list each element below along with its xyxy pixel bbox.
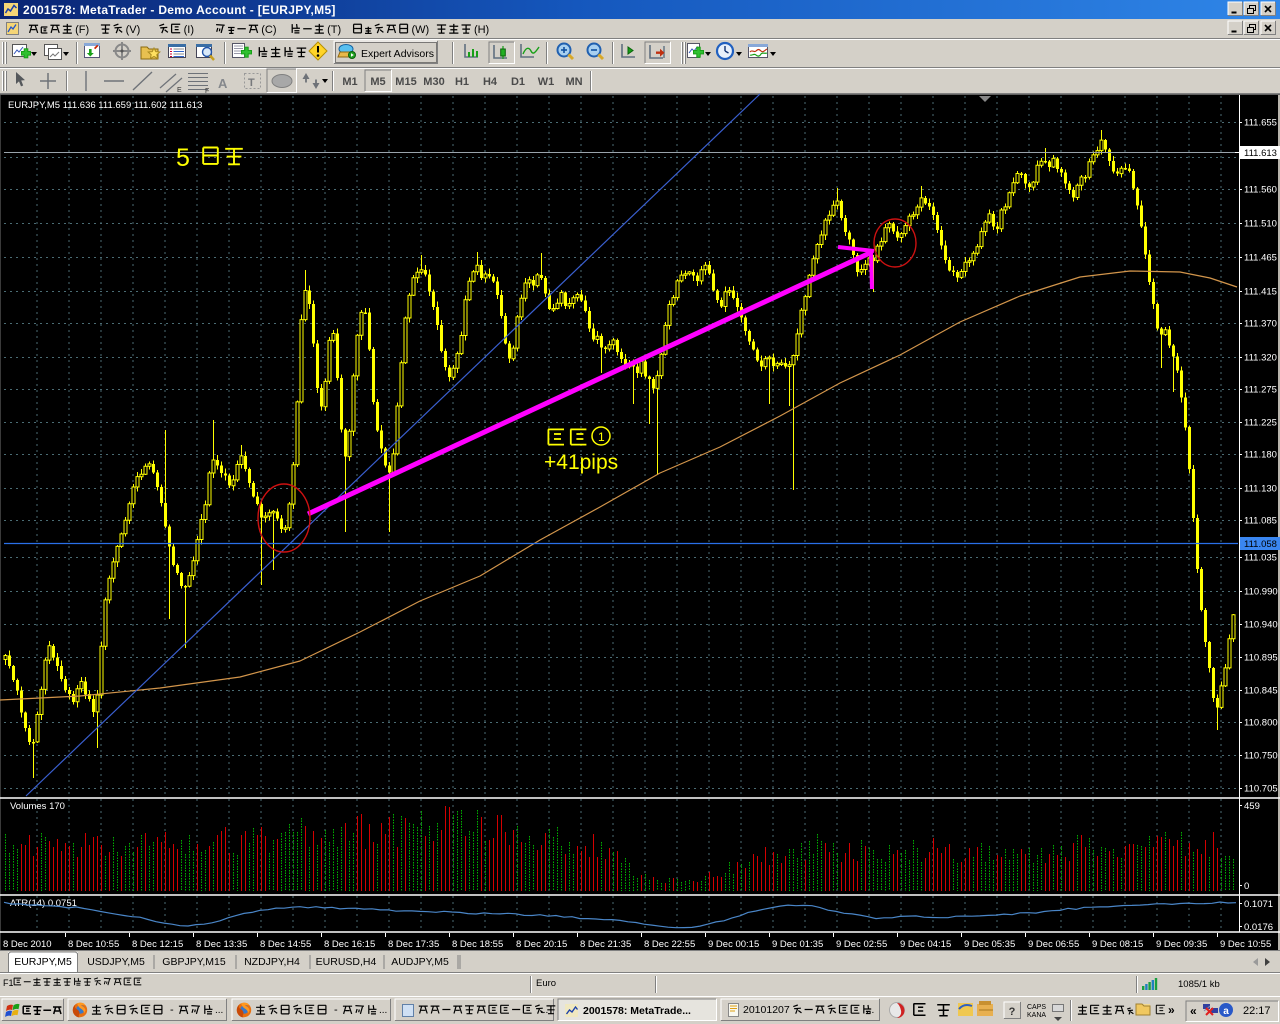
svg-text:111.085: 111.085: [1244, 516, 1277, 527]
svg-text:9 Dec 04:15: 9 Dec 04:15: [900, 939, 951, 950]
svg-text:«: «: [1190, 1004, 1197, 1018]
svg-text:5: 5: [176, 144, 190, 172]
svg-text:9 Dec 06:55: 9 Dec 06:55: [1028, 939, 1079, 950]
svg-text:(H): (H): [474, 24, 489, 36]
svg-text:T: T: [248, 77, 255, 89]
svg-text:+41pips: +41pips: [544, 451, 618, 474]
svg-text:H1: H1: [455, 76, 469, 88]
svg-text:8 Dec 18:55: 8 Dec 18:55: [452, 939, 503, 950]
svg-text:9 Dec 10:55: 9 Dec 10:55: [1220, 939, 1271, 950]
svg-text:111.058: 111.058: [1244, 539, 1277, 550]
svg-text:9 Dec 02:55: 9 Dec 02:55: [836, 939, 887, 950]
svg-text:8 Dec 2010: 8 Dec 2010: [3, 939, 52, 950]
svg-text:...: ...: [866, 1005, 874, 1016]
svg-text:M15: M15: [395, 76, 416, 88]
svg-text:9 Dec 01:35: 9 Dec 01:35: [772, 939, 823, 950]
svg-text:M1: M1: [342, 76, 357, 88]
svg-text:(T): (T): [327, 24, 341, 36]
svg-text:8 Dec 20:15: 8 Dec 20:15: [516, 939, 567, 950]
svg-text:9 Dec 05:35: 9 Dec 05:35: [964, 939, 1015, 950]
svg-text:111.655: 111.655: [1244, 118, 1277, 129]
svg-text:MN: MN: [565, 76, 582, 88]
svg-text:M5: M5: [370, 76, 385, 88]
svg-text:0: 0: [1244, 881, 1249, 892]
svg-text:111.510: 111.510: [1244, 219, 1277, 230]
svg-text:F1: F1: [3, 978, 14, 988]
svg-text:111.225: 111.225: [1244, 418, 1277, 429]
svg-text:-: -: [334, 1004, 338, 1016]
svg-text:111.465: 111.465: [1244, 253, 1277, 264]
svg-text:H4: H4: [483, 76, 498, 88]
svg-text:...: ...: [540, 1005, 548, 1016]
svg-text:EURJPY,M5 111.636 111.659 111: EURJPY,M5 111.636 111.659 111.602 111.61…: [8, 100, 202, 111]
svg-text:Expert Advisors: Expert Advisors: [361, 48, 434, 60]
svg-text:A: A: [218, 76, 228, 91]
svg-text:8 Dec 17:35: 8 Dec 17:35: [388, 939, 439, 950]
svg-text:NZDJPY,H4: NZDJPY,H4: [244, 956, 300, 968]
svg-text:GBPJPY,M15: GBPJPY,M15: [162, 956, 226, 968]
svg-text:0.1071: 0.1071: [1244, 899, 1273, 910]
svg-text:(W): (W): [411, 24, 429, 36]
svg-text:8 Dec 16:15: 8 Dec 16:15: [324, 939, 375, 950]
svg-text:EURUSD,H4: EURUSD,H4: [316, 956, 377, 968]
svg-text:9 Dec 00:15: 9 Dec 00:15: [708, 939, 759, 950]
svg-text:111.613: 111.613: [1244, 148, 1277, 159]
svg-text:110.705: 110.705: [1244, 784, 1278, 795]
svg-text:110.940: 110.940: [1244, 620, 1278, 631]
svg-text:110.845: 110.845: [1244, 686, 1278, 697]
svg-text:M30: M30: [423, 76, 444, 88]
svg-text:0.0176: 0.0176: [1244, 922, 1273, 933]
svg-text:8 Dec 14:55: 8 Dec 14:55: [260, 939, 311, 950]
svg-text:110.990: 110.990: [1244, 587, 1278, 598]
svg-text:...: ...: [215, 1005, 223, 1016]
svg-text:8 Dec 13:35: 8 Dec 13:35: [196, 939, 247, 950]
svg-text:CAPS: CAPS: [1027, 1004, 1046, 1011]
svg-text:2001578: MetaTrader - Demo Acc: 2001578: MetaTrader - Demo Account - [EU…: [23, 3, 336, 17]
svg-text:111.180: 111.180: [1244, 450, 1277, 461]
svg-text:1: 1: [598, 430, 605, 444]
svg-text:a: a: [1223, 1006, 1229, 1017]
svg-text:AUDJPY,M5: AUDJPY,M5: [391, 956, 449, 968]
svg-text:(F): (F): [75, 24, 89, 36]
svg-text:110.895: 110.895: [1244, 653, 1278, 664]
svg-text:(V): (V): [126, 24, 141, 36]
svg-text:459: 459: [1244, 801, 1260, 812]
svg-text:(C): (C): [261, 24, 276, 36]
svg-text:?: ?: [1009, 1006, 1016, 1018]
svg-text:(I): (I): [184, 24, 194, 36]
svg-text:9 Dec 09:35: 9 Dec 09:35: [1156, 939, 1207, 950]
svg-text:8 Dec 22:55: 8 Dec 22:55: [644, 939, 695, 950]
svg-text:22:17: 22:17: [1243, 1005, 1271, 1017]
svg-text:8 Dec 21:35: 8 Dec 21:35: [580, 939, 631, 950]
svg-text:D1: D1: [511, 76, 525, 88]
svg-text:111.320: 111.320: [1244, 353, 1277, 364]
svg-text:W1: W1: [538, 76, 555, 88]
svg-text:E: E: [177, 87, 182, 94]
svg-text:111.035: 111.035: [1244, 553, 1277, 564]
svg-text:-: -: [170, 1004, 174, 1016]
svg-text:8 Dec 12:15: 8 Dec 12:15: [132, 939, 183, 950]
svg-text:USDJPY,M5: USDJPY,M5: [87, 956, 145, 968]
svg-text:8 Dec 10:55: 8 Dec 10:55: [68, 939, 119, 950]
svg-text:111.370: 111.370: [1244, 319, 1277, 330]
svg-text:111.130: 111.130: [1244, 484, 1277, 495]
svg-text:20101207: 20101207: [743, 1004, 790, 1016]
svg-text:»: »: [1168, 1003, 1175, 1017]
svg-text:110.750: 110.750: [1244, 751, 1278, 762]
svg-text:111.560: 111.560: [1244, 185, 1277, 196]
svg-text:Volumes 170: Volumes 170: [10, 801, 65, 812]
svg-text:1085/1 kb: 1085/1 kb: [1178, 979, 1220, 990]
svg-text:...: ...: [379, 1005, 387, 1016]
svg-text:9 Dec 08:15: 9 Dec 08:15: [1092, 939, 1143, 950]
svg-text:Euro: Euro: [536, 978, 556, 989]
svg-text:KANA: KANA: [1027, 1012, 1046, 1019]
svg-text:110.800: 110.800: [1244, 718, 1278, 729]
svg-text:111.415: 111.415: [1244, 287, 1277, 298]
svg-text:2001578: MetaTrade...: 2001578: MetaTrade...: [583, 1005, 691, 1017]
svg-text:EURJPY,M5: EURJPY,M5: [14, 956, 72, 968]
svg-text:111.275: 111.275: [1244, 385, 1277, 396]
